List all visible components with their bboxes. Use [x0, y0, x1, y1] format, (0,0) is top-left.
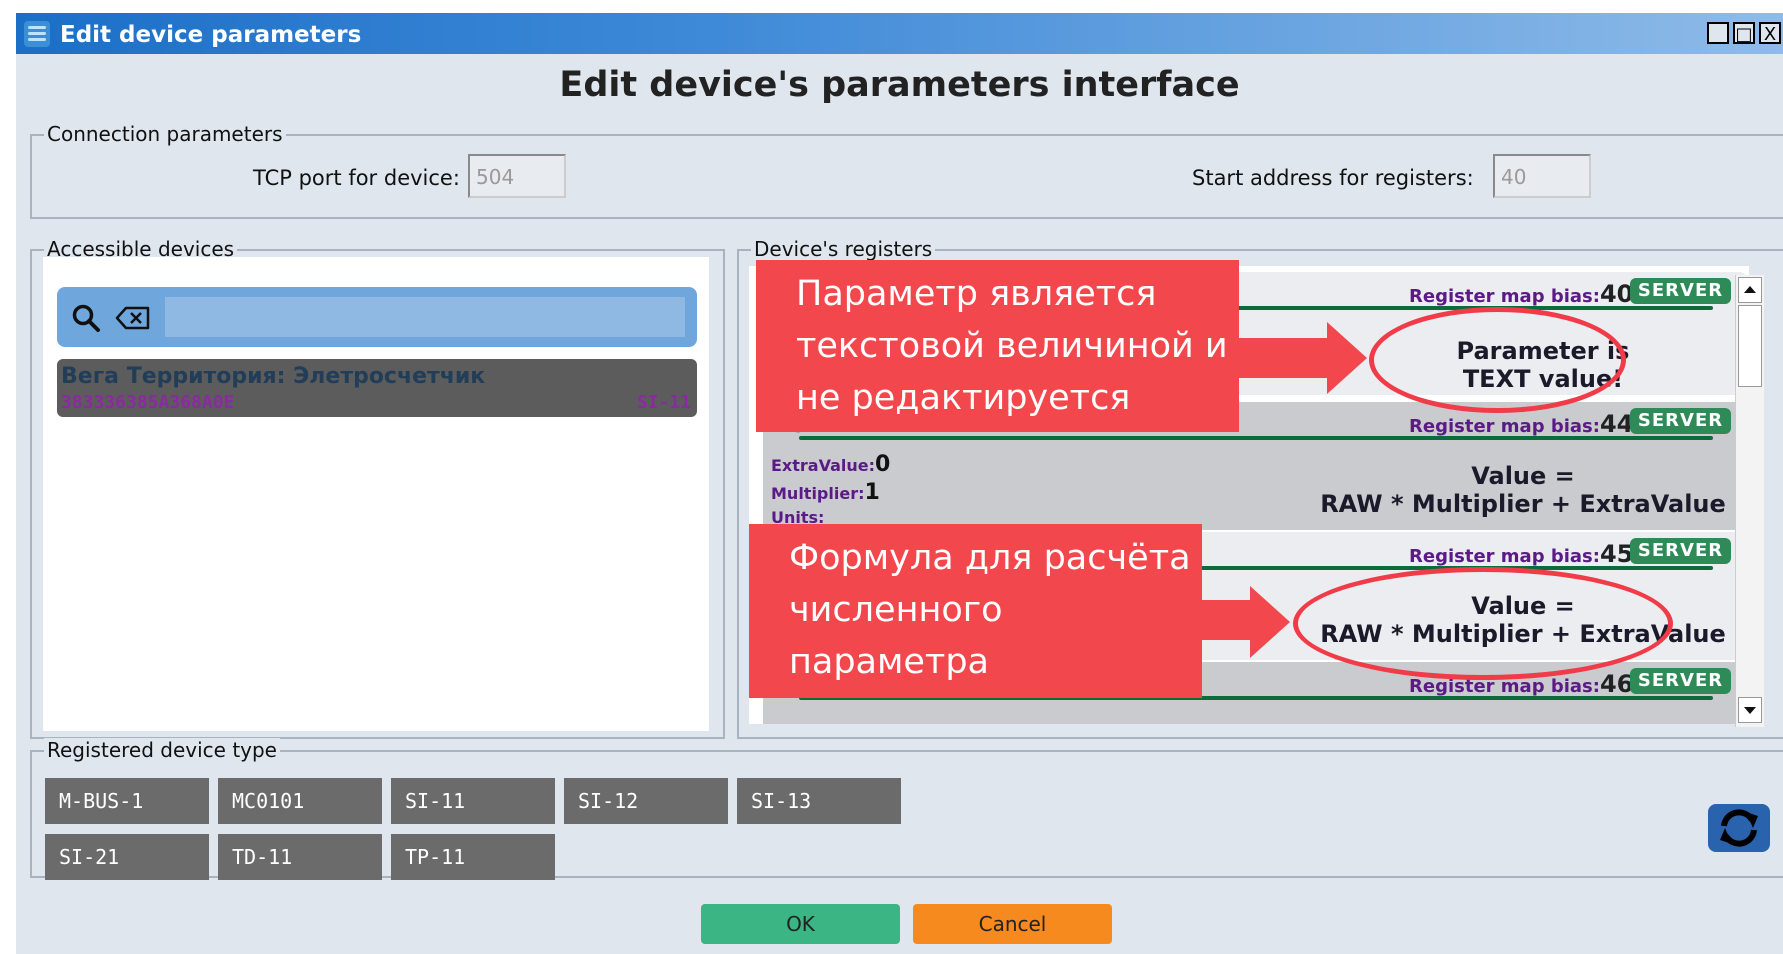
- connection-parameters-group: Connection parameters TCP port for devic…: [30, 122, 1783, 219]
- extra-value-label: ExtraValue:0: [771, 452, 891, 477]
- device-type-button[interactable]: MC0101: [218, 778, 382, 824]
- scroll-up-button[interactable]: [1738, 277, 1762, 303]
- callout-arrow-shaft: [1202, 600, 1252, 640]
- device-list-item[interactable]: Вега Территория: Элетросчетчик 383336385…: [57, 359, 697, 417]
- start-address-field[interactable]: 40: [1493, 154, 1591, 198]
- callout-arrow-shaft: [1239, 338, 1329, 378]
- window-title: Edit device parameters: [60, 22, 362, 48]
- device-type-button[interactable]: SI-13: [737, 778, 901, 824]
- minimize-button[interactable]: _: [1707, 22, 1729, 45]
- device-search-input[interactable]: [165, 297, 685, 337]
- text-value-highlight: [1369, 307, 1626, 413]
- cancel-button[interactable]: Cancel: [913, 904, 1112, 944]
- register-bias: Register map bias:40: [1409, 280, 1634, 308]
- backspace-icon[interactable]: [115, 306, 151, 330]
- registers-legend: Device's registers: [751, 237, 936, 261]
- start-address-label: Start address for registers:: [1192, 166, 1474, 190]
- device-type-button[interactable]: TD-11: [218, 834, 382, 880]
- server-badge: SERVER: [1630, 408, 1731, 434]
- refresh-icon: [1720, 809, 1758, 847]
- refresh-button[interactable]: [1708, 804, 1770, 852]
- multiplier-label: Multiplier:1: [771, 480, 880, 505]
- registered-legend: Registered device type: [44, 738, 280, 762]
- device-type-button[interactable]: TP-11: [391, 834, 555, 880]
- tcp-port-label: TCP port for device:: [253, 166, 460, 190]
- device-type-button[interactable]: SI-21: [45, 834, 209, 880]
- server-badge: SERVER: [1630, 668, 1731, 694]
- formula-callout: Формула для расчёта численного параметра: [749, 524, 1202, 698]
- scroll-down-button[interactable]: [1738, 697, 1762, 723]
- server-badge: SERVER: [1630, 538, 1731, 564]
- text-value-callout: Параметр является текстовой величиной и …: [756, 260, 1239, 432]
- search-icon[interactable]: [71, 303, 101, 333]
- arrow-down-icon: [1744, 707, 1756, 714]
- registers-scrollbar[interactable]: [1735, 275, 1764, 727]
- device-type-button[interactable]: M-BUS-1: [45, 778, 209, 824]
- page-title: Edit device's parameters interface: [559, 65, 1240, 105]
- close-button[interactable]: X: [1759, 22, 1781, 45]
- connection-legend: Connection parameters: [44, 122, 286, 146]
- register-bias: Register map bias:44: [1409, 410, 1634, 438]
- ok-button[interactable]: OK: [701, 904, 900, 944]
- devices-list-panel: Вега Территория: Элетросчетчик 383336385…: [43, 257, 709, 731]
- value-formula: Value = RAW * Multiplier + ExtraValue: [1320, 462, 1726, 518]
- device-type-button[interactable]: SI-11: [391, 778, 555, 824]
- callout-arrow-head: [1327, 322, 1367, 394]
- device-search-bar: [57, 287, 697, 347]
- device-type-button[interactable]: SI-12: [564, 778, 728, 824]
- device-id: 383336385A368A0E: [61, 392, 235, 413]
- scroll-thumb[interactable]: [1738, 305, 1762, 387]
- maximize-button[interactable]: □: [1733, 22, 1755, 45]
- tcp-port-field[interactable]: 504: [468, 154, 566, 198]
- arrow-up-icon: [1744, 286, 1756, 293]
- register-bias: Register map bias:45: [1409, 540, 1634, 568]
- dialog-window: Edit device parameters _ □ X Edit device…: [16, 13, 1783, 954]
- server-badge: SERVER: [1630, 278, 1731, 304]
- device-type: SI-11: [636, 392, 691, 413]
- title-bar: Edit device parameters _ □ X: [16, 13, 1783, 54]
- app-icon: [24, 21, 50, 47]
- formula-highlight: [1293, 567, 1673, 680]
- device-name: Вега Территория: Элетросчетчик: [61, 364, 486, 389]
- callout-arrow-head: [1250, 586, 1290, 658]
- register-divider: [799, 436, 1713, 440]
